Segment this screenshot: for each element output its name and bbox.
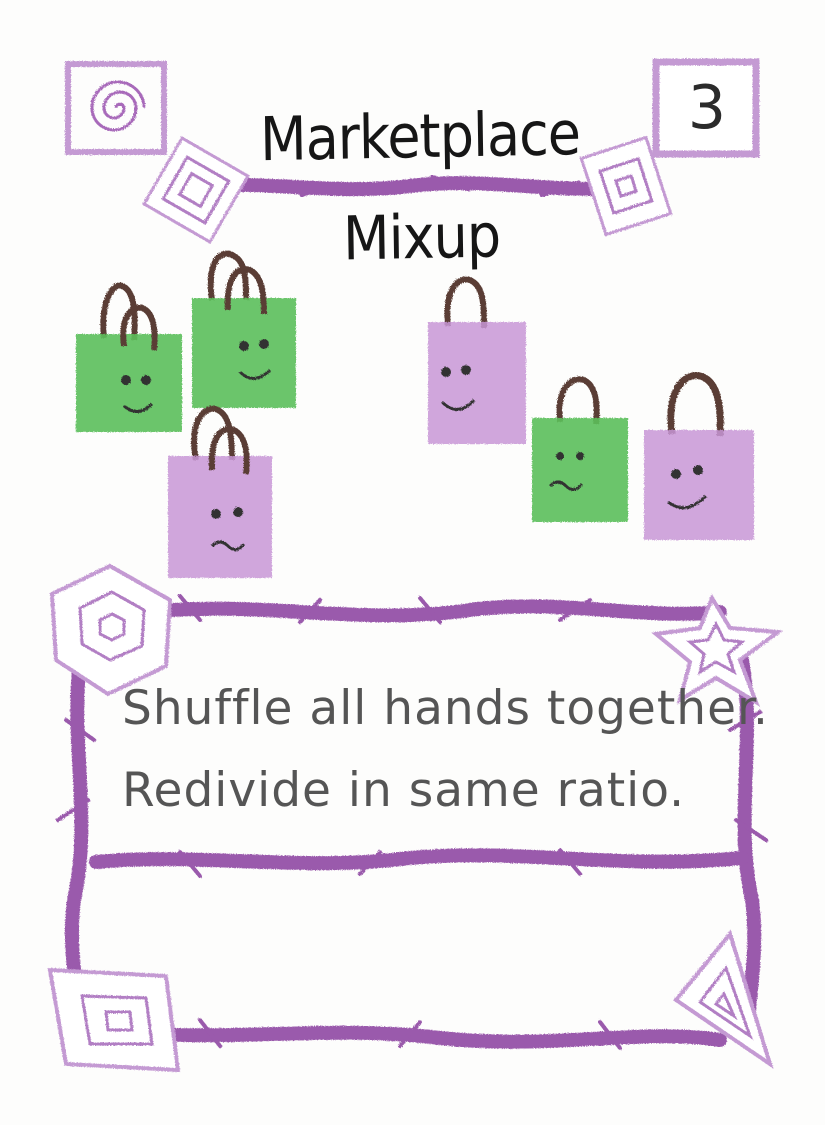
card-title: Marketplace Mixup — [259, 98, 581, 275]
shopping-bag-happy-icon — [192, 250, 296, 408]
shopping-bag-sad-icon — [168, 405, 272, 578]
shopping-bag-happy-icon — [428, 276, 526, 444]
card: Marketplace Mixup 3 Shuffle all hands to… — [0, 0, 825, 1125]
rules-line: Redivide in same ratio. — [122, 763, 686, 818]
spiral-icon — [65, 61, 167, 155]
shopping-bag-happy-icon — [76, 282, 182, 432]
rules-line: Shuffle all hands together. — [122, 681, 769, 736]
shopping-bag-sad-icon — [532, 376, 628, 522]
card-cost: 3 — [687, 73, 727, 143]
rules-text: Shuffle all hands together. Redivide in … — [122, 668, 769, 832]
shopping-bag-happy-icon — [644, 372, 754, 540]
shopping-bags — [76, 250, 754, 578]
square-spiral-icon — [47, 967, 181, 1073]
